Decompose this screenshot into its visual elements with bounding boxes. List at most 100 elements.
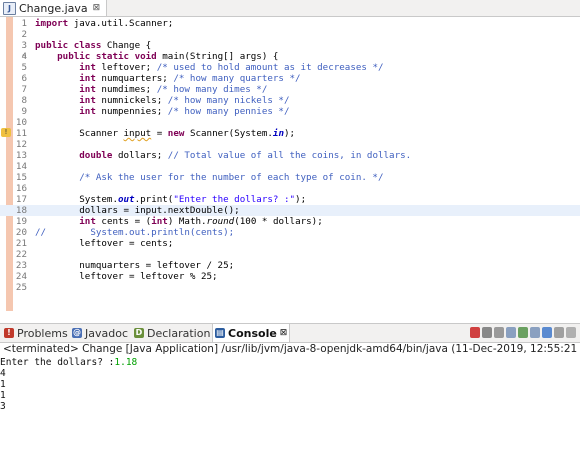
line-number: 20 [15, 227, 27, 238]
line-number: 11 [15, 128, 27, 139]
code-line[interactable]: 23 numquarters = leftover / 25; [0, 260, 580, 271]
console-status: <terminated> Change [Java Application] /… [3, 343, 580, 355]
code-line[interactable]: 17 System.out.print("Enter the dollars? … [0, 194, 580, 205]
console-prompt: Enter the dollars? : [0, 357, 115, 368]
code-line[interactable]: 25 [0, 282, 580, 293]
code-text[interactable]: dollars = input.nextDouble(); [35, 205, 239, 216]
tab-problems[interactable]: ! Problems [2, 324, 70, 342]
console-prompt-line: Enter the dollars? :1.18 [0, 357, 137, 368]
line-number: 9 [21, 106, 27, 117]
code-line[interactable]: 7 int numdimes; /* how many dimes */ [0, 84, 580, 95]
tab-javadoc[interactable]: @ Javadoc [70, 324, 130, 342]
editor-tab-change-java[interactable]: J Change.java ⊠ [0, 0, 108, 16]
code-line[interactable]: 22 [0, 249, 580, 260]
code-line[interactable]: 15 /* Ask the user for the number of eac… [0, 172, 580, 183]
line-number: 8 [21, 95, 27, 106]
editor-tab-title: Change.java [19, 1, 88, 15]
code-line[interactable]: 12 [0, 139, 580, 150]
line-number: 21 [15, 238, 27, 249]
code-line[interactable]: 11! Scanner input = new Scanner(System.i… [0, 128, 580, 139]
tab-label: Javadoc [85, 326, 128, 340]
tab-label: Console [228, 326, 277, 340]
code-line[interactable]: 1 import java.util.Scanner; [0, 18, 580, 29]
console-output-line: 3 [0, 401, 6, 412]
close-icon[interactable]: ⊠ [93, 3, 101, 13]
line-number: 14 [15, 161, 27, 172]
code-editor[interactable]: 1 import java.util.Scanner; 2 3 public class… [0, 17, 580, 311]
code-text[interactable]: public static void main(String[] args) { [35, 51, 278, 62]
code-line[interactable]: 18 dollars = input.nextDouble(); [0, 205, 580, 216]
code-line[interactable]: 3 public class Change { [0, 40, 580, 51]
tab-label: Declaration [147, 326, 211, 340]
code-text[interactable]: leftover = leftover % 25; [35, 271, 217, 282]
code-text[interactable]: public class Change { [35, 40, 151, 51]
console-output-line: 1 [0, 379, 6, 390]
minimize-icon[interactable] [566, 327, 576, 338]
word-wrap-icon[interactable] [518, 327, 528, 338]
line-number: 10 [15, 117, 27, 128]
code-text[interactable]: /* Ask the user for the number of each t… [35, 172, 383, 183]
code-line[interactable]: 6 int numquarters; /* how many quarters … [0, 73, 580, 84]
close-icon[interactable]: ⊠ [280, 328, 288, 338]
open-console-icon[interactable] [542, 327, 552, 338]
code-text[interactable]: int numdimes; /* how many dimes */ [35, 84, 267, 95]
console-input-value: 1.18 [114, 357, 138, 368]
code-text[interactable]: int numnickels; /* how many nickels */ [35, 95, 289, 106]
tab-console[interactable]: ▤ Console ⊠ [212, 324, 291, 342]
code-line[interactable]: 2 [0, 29, 580, 40]
code-text[interactable]: import java.util.Scanner; [35, 18, 173, 29]
java-file-icon: J [3, 1, 16, 15]
console-output-line: 1 [0, 390, 6, 401]
code-line[interactable]: 10 [0, 117, 580, 128]
code-text[interactable]: Scanner input = new Scanner(System.in); [35, 128, 295, 139]
code-text[interactable]: int numpennies; /* how many pennies */ [35, 106, 289, 117]
warning-icon[interactable]: ! [1, 128, 11, 137]
line-number: 15 [15, 172, 27, 183]
code-line[interactable]: 5 int leftover; /* used to hold amount a… [0, 62, 580, 73]
line-number: 18 [15, 205, 27, 216]
line-number: 24 [15, 271, 27, 282]
scroll-lock-icon[interactable] [506, 327, 516, 338]
code-text[interactable]: leftover = cents; [35, 238, 173, 249]
line-number: 25 [15, 282, 27, 293]
fold-icon[interactable]: ⊖ [22, 51, 26, 62]
javadoc-icon: @ [72, 328, 82, 338]
code-text[interactable]: int numquarters; /* how many quarters */ [35, 73, 300, 84]
code-text[interactable]: System.out.print("Enter the dollars? :")… [35, 194, 306, 205]
code-text[interactable]: double dollars; // Total value of all th… [35, 150, 411, 161]
line-number: 17 [15, 194, 27, 205]
code-line[interactable]: 20 // System.out.println(cents); [0, 227, 580, 238]
code-text[interactable]: numquarters = leftover / 25; [35, 260, 234, 271]
view-menu-icon[interactable] [554, 327, 564, 338]
problems-icon: ! [4, 328, 14, 338]
code-text[interactable]: int leftover; /* used to hold amount as … [35, 62, 383, 73]
tab-declaration[interactable]: D Declaration [132, 324, 212, 342]
pin-console-icon[interactable] [530, 327, 540, 338]
console-output[interactable]: Enter the dollars? :1.18 4113 [0, 357, 137, 412]
code-text[interactable]: int cents = (int) Math.round(100 * dolla… [35, 216, 322, 227]
line-number: 16 [15, 183, 27, 194]
line-number: 13 [15, 150, 27, 161]
console-icon: ▤ [215, 328, 225, 338]
remove-all-icon[interactable] [494, 327, 504, 338]
line-number: 2 [21, 29, 27, 40]
code-line[interactable]: 4 ⊖ public static void main(String[] args… [0, 51, 580, 62]
code-line[interactable]: 24 leftover = leftover % 25; [0, 271, 580, 282]
code-line[interactable]: 13 double dollars; // Total value of all… [0, 150, 580, 161]
terminate-icon[interactable] [470, 327, 480, 338]
code-line[interactable]: 9 int numpennies; /* how many pennies */ [0, 106, 580, 117]
remove-launch-icon[interactable] [482, 327, 492, 338]
line-number: 19 [15, 216, 27, 227]
editor-tabbar: J Change.java ⊠ [0, 0, 580, 17]
code-line[interactable]: 21 leftover = cents; [0, 238, 580, 249]
code-line[interactable]: 8 int numnickels; /* how many nickels */ [0, 95, 580, 106]
line-number: 3 [21, 40, 27, 51]
code-text[interactable]: // System.out.println(cents); [35, 227, 234, 238]
line-number: 7 [21, 84, 27, 95]
console-toolbar [470, 327, 576, 338]
code-line[interactable]: 19 int cents = (int) Math.round(100 * do… [0, 216, 580, 227]
console-output-line: 4 [0, 368, 6, 379]
code-line[interactable]: 14 [0, 161, 580, 172]
code-line[interactable]: 16 [0, 183, 580, 194]
declaration-icon: D [134, 328, 144, 338]
